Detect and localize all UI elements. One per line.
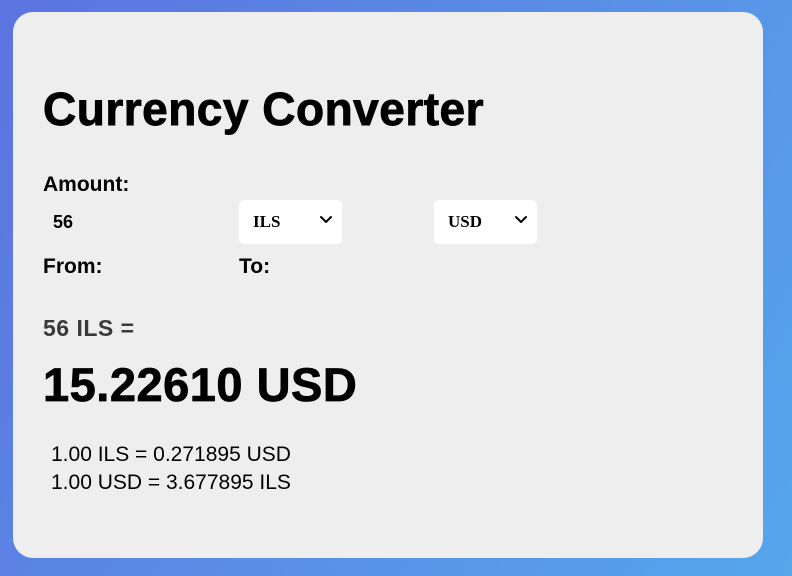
chevron-down-icon	[515, 216, 527, 223]
page-title: Currency Converter	[43, 83, 485, 136]
amount-input[interactable]	[43, 210, 213, 234]
to-currency-select[interactable]: USD	[434, 200, 537, 244]
result-converted-amount: 15.22610 USD	[43, 358, 358, 412]
from-currency-select[interactable]: ILS	[239, 200, 342, 244]
chevron-down-icon	[320, 216, 332, 223]
exchange-rate-forward: 1.00 ILS = 0.271895 USD	[51, 443, 291, 466]
from-label: From:	[43, 255, 103, 278]
to-label: To:	[239, 255, 271, 278]
amount-label: Amount:	[43, 173, 130, 196]
from-currency-value: ILS	[253, 212, 281, 231]
result-source-amount: 56 ILS =	[43, 315, 135, 341]
converter-card: Currency Converter Amount: ILS USD From:…	[13, 12, 763, 558]
exchange-rate-reverse: 1.00 USD = 3.677895 ILS	[51, 471, 291, 494]
to-currency-value: USD	[448, 212, 483, 231]
